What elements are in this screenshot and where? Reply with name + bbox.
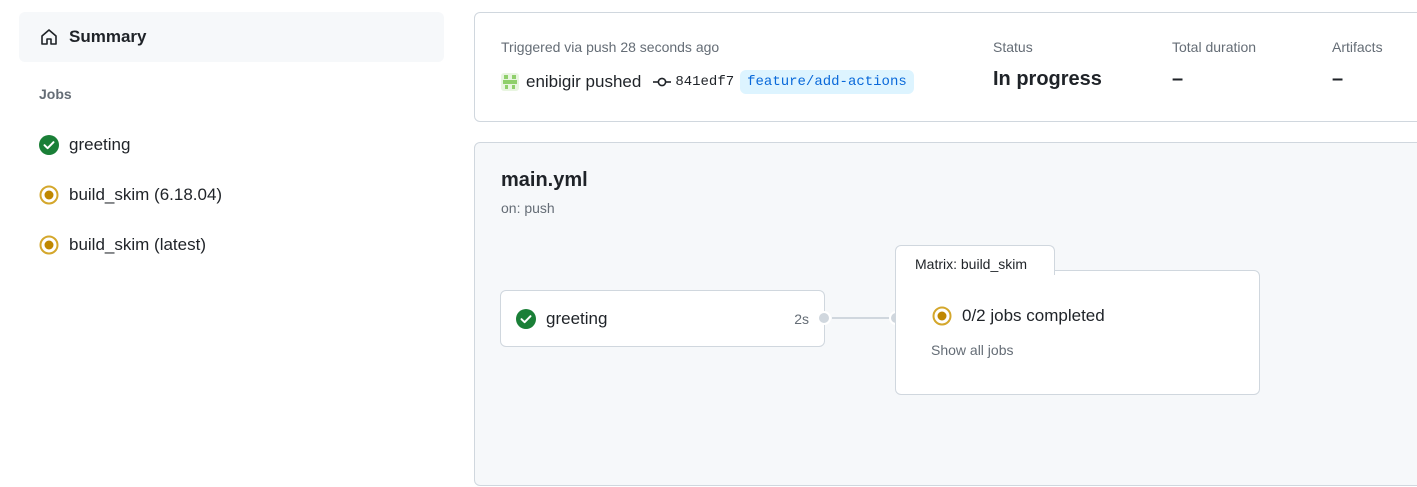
- graph-job-greeting[interactable]: greeting 2s: [500, 290, 825, 347]
- duration-label: Total duration: [1172, 39, 1257, 55]
- duration-value: –: [1172, 68, 1184, 90]
- graph-connector: [832, 317, 896, 319]
- success-check-icon: [516, 308, 536, 329]
- home-icon: [41, 29, 57, 45]
- show-all-jobs-link[interactable]: Show all jobs: [931, 342, 1014, 358]
- in-progress-icon: [39, 235, 59, 255]
- commit-sha-link[interactable]: 841edf7: [675, 74, 734, 90]
- avatar[interactable]: [501, 73, 519, 91]
- sidebar-job-build-skim-latest[interactable]: build_skim (latest): [39, 233, 206, 257]
- in-progress-icon: [932, 306, 952, 326]
- matrix-status: 0/2 jobs completed: [932, 306, 1105, 326]
- sidebar-job-label: build_skim (6.18.04): [69, 185, 223, 204]
- sidebar-item-summary[interactable]: Summary: [19, 12, 444, 62]
- run-info-card: Triggered via push 28 seconds ago enibig…: [474, 12, 1417, 122]
- artifacts-value: –: [1332, 68, 1344, 90]
- graph-job-duration: 2s: [794, 310, 809, 327]
- actor-name[interactable]: enibigir pushed: [526, 72, 641, 92]
- sidebar-job-greeting[interactable]: greeting: [39, 133, 130, 157]
- trigger-text: Triggered via push 28 seconds ago: [501, 39, 720, 55]
- graph-job-label: greeting: [546, 308, 608, 328]
- branch-badge[interactable]: feature/add-actions: [740, 70, 914, 94]
- artifacts-label: Artifacts: [1332, 39, 1383, 55]
- actor-row: enibigir pushed 841edf7 feature/add-acti…: [501, 69, 914, 95]
- workflow-trigger: on: push: [501, 200, 555, 216]
- workflow-graph: main.yml on: push greeting 2s Matrix: bu…: [474, 142, 1417, 486]
- success-check-icon: [39, 135, 59, 155]
- matrix-status-text: 0/2 jobs completed: [962, 306, 1105, 325]
- in-progress-icon: [39, 185, 59, 205]
- matrix-tab: Matrix: build_skim: [895, 245, 1055, 275]
- sidebar-job-label: build_skim (latest): [69, 235, 206, 254]
- workflow-name: main.yml: [501, 169, 588, 191]
- sidebar-job-label: greeting: [69, 135, 131, 154]
- jobs-heading: Jobs: [39, 86, 72, 102]
- status-value: In progress: [993, 68, 1102, 90]
- sidebar-item-label: Summary: [69, 27, 147, 46]
- matrix-box: 0/2 jobs completed Show all jobs: [895, 270, 1260, 395]
- connector-dot: [817, 311, 831, 325]
- sidebar-job-build-skim-6-18-04[interactable]: build_skim (6.18.04): [39, 183, 222, 207]
- commit-icon: [653, 77, 672, 87]
- status-label: Status: [993, 39, 1033, 55]
